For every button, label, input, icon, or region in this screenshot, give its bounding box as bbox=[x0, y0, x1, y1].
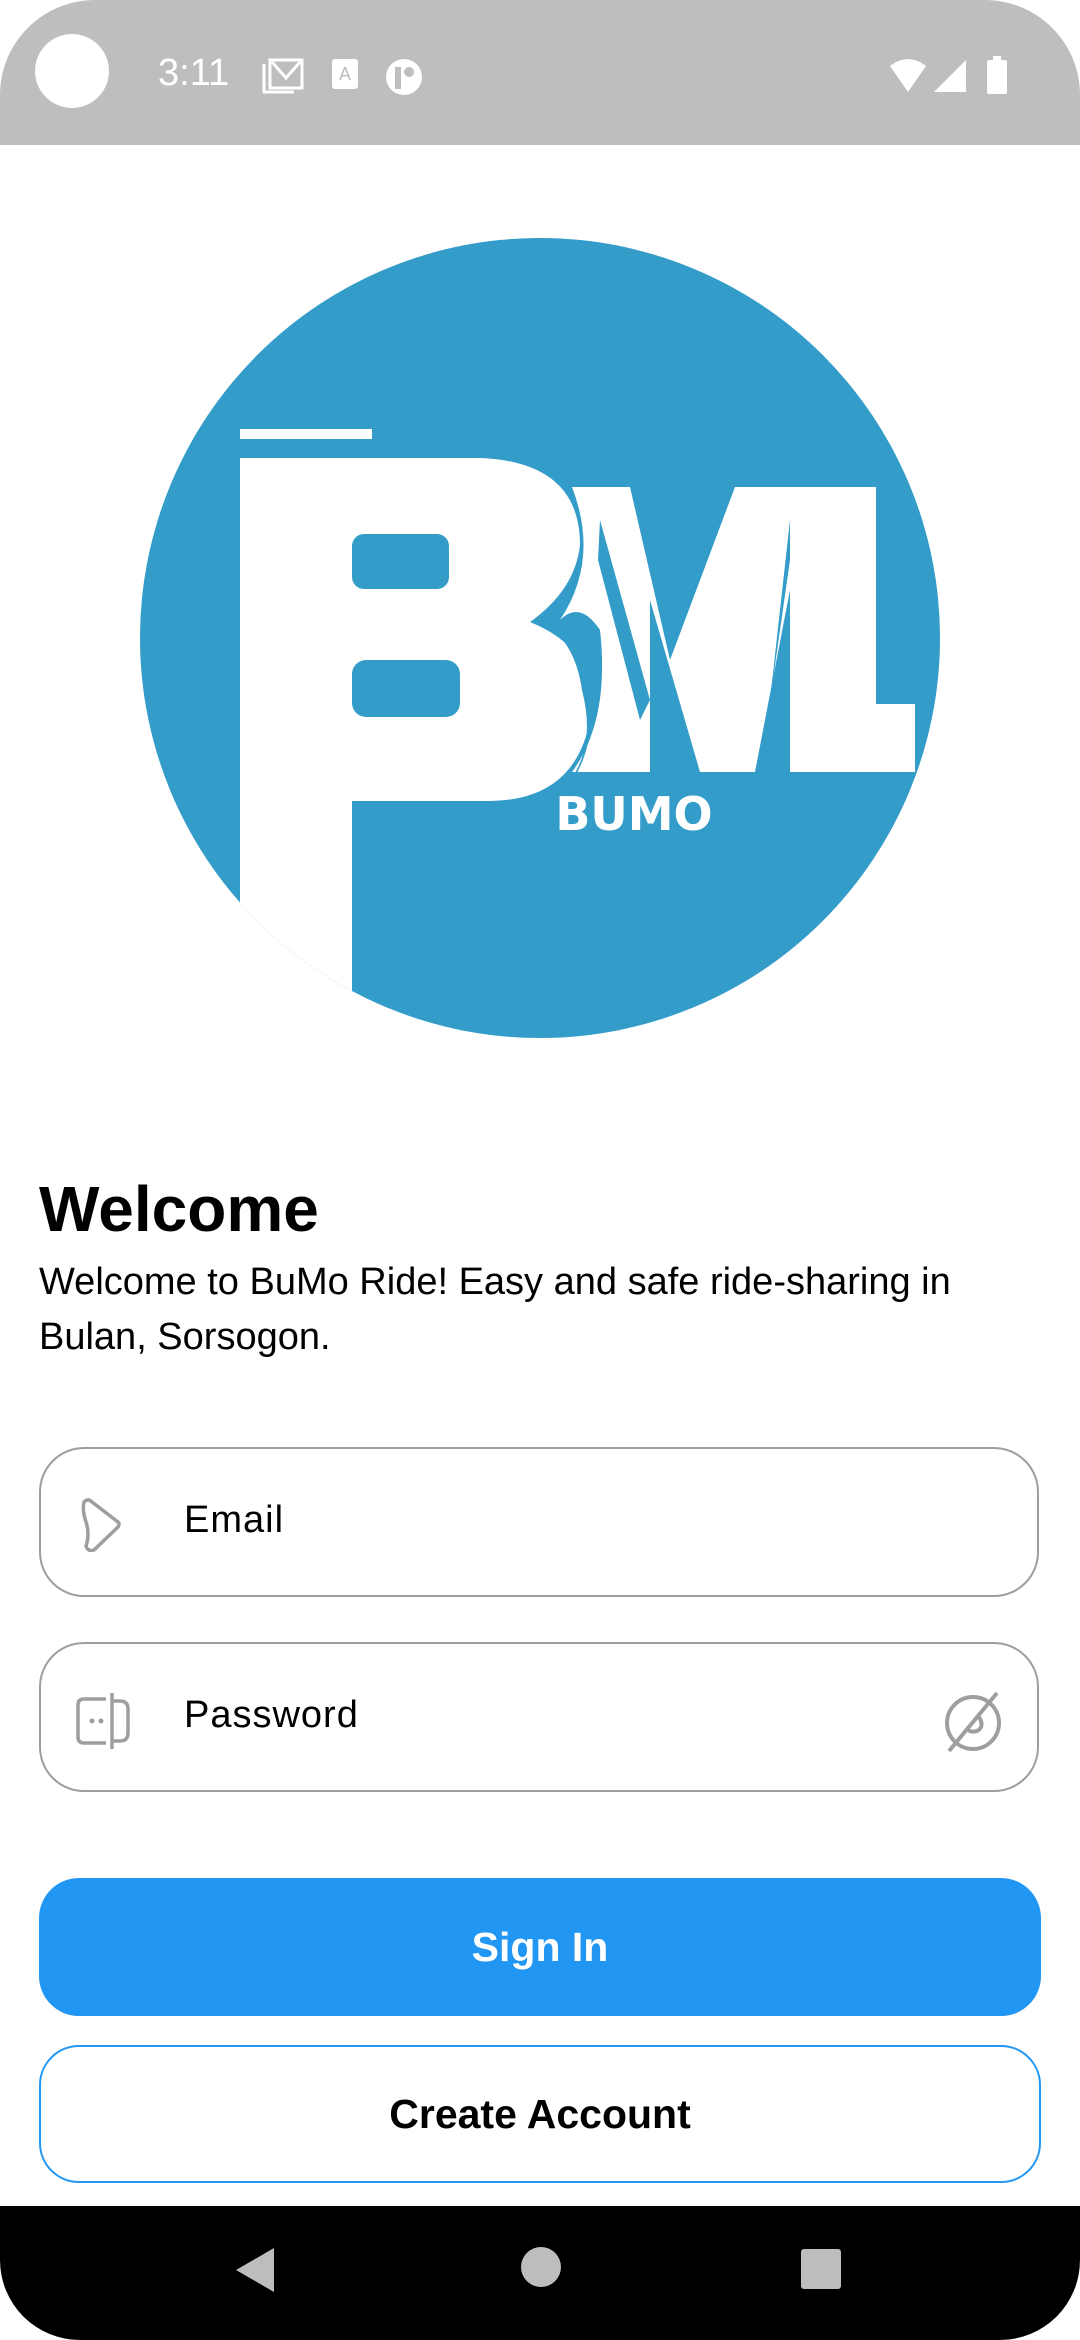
email-placeholder: Email bbox=[184, 1499, 285, 1541]
send-icon bbox=[81, 1498, 121, 1552]
welcome-title: Welcome bbox=[39, 1173, 319, 1245]
welcome-subtitle: Welcome to BuMo Ride! Easy and safe ride… bbox=[39, 1261, 951, 1358]
password-field[interactable]: Password bbox=[39, 1642, 1039, 1792]
email-field[interactable]: Email bbox=[39, 1447, 1039, 1597]
password-placeholder: Password bbox=[184, 1694, 359, 1736]
back-icon[interactable] bbox=[234, 2246, 278, 2294]
home-icon[interactable] bbox=[520, 2246, 562, 2288]
password-icon bbox=[76, 1693, 130, 1749]
navigation-bar bbox=[0, 2206, 1080, 2340]
recents-icon[interactable] bbox=[800, 2248, 842, 2290]
logo-text: BUMO bbox=[555, 787, 712, 841]
bumo-logo: BUMO bbox=[140, 238, 940, 1038]
sign-in-button[interactable]: Sign In bbox=[39, 1878, 1041, 2016]
create-account-button[interactable]: Create Account bbox=[39, 2045, 1041, 2183]
eye-off-icon[interactable] bbox=[941, 1689, 1005, 1753]
